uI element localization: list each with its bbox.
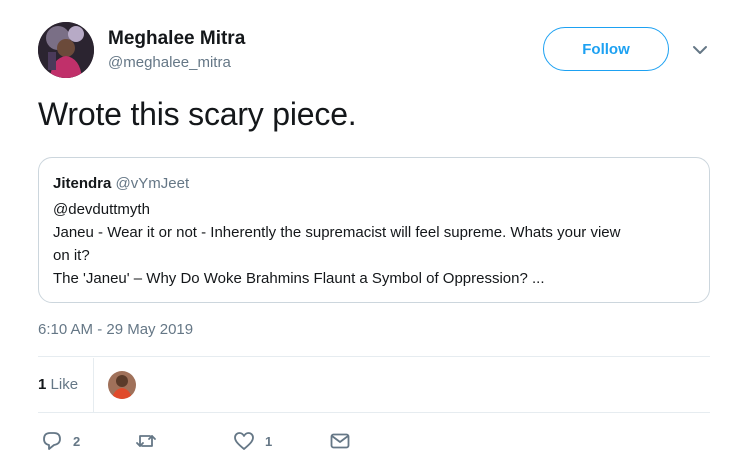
retweet-icon bbox=[135, 430, 157, 452]
chevron-down-icon[interactable] bbox=[688, 38, 712, 62]
tweet-text: Wrote this scary piece. bbox=[38, 96, 357, 132]
quoted-text-line: Janeu - Wear it or not - Inherently the … bbox=[53, 224, 621, 241]
quoted-tweet-body: @devduttmyth Janeu - Wear it or not - In… bbox=[53, 198, 695, 290]
author-avatar-image bbox=[38, 22, 94, 78]
quoted-text-line: on it? bbox=[53, 247, 90, 264]
author-name[interactable]: Meghalee Mitra bbox=[108, 28, 245, 50]
likes-summary[interactable]: 1 Like bbox=[38, 376, 78, 393]
divider bbox=[38, 412, 710, 413]
liker-avatar-image bbox=[108, 371, 136, 399]
direct-message-button[interactable] bbox=[329, 430, 351, 452]
quoted-link-line: The 'Janeu' – Why Do Woke Brahmins Flaun… bbox=[53, 270, 545, 287]
tweet-card: Meghalee Mitra @meghalee_mitra Follow Wr… bbox=[0, 0, 739, 476]
reply-button[interactable]: 2 bbox=[41, 430, 80, 452]
likes-count: 1 bbox=[38, 376, 47, 393]
quoted-mention: @devduttmyth bbox=[53, 201, 150, 218]
reply-icon bbox=[41, 430, 63, 452]
envelope-icon bbox=[329, 430, 351, 452]
quoted-tweet[interactable]: Jitendra @vYmJeet @devduttmyth Janeu - W… bbox=[38, 157, 710, 303]
likes-label: Like bbox=[50, 376, 79, 393]
quoted-tweet-header: Jitendra @vYmJeet bbox=[53, 174, 695, 194]
quoted-author-handle: @vYmJeet bbox=[115, 175, 190, 192]
reply-count: 2 bbox=[73, 433, 81, 449]
heart-icon bbox=[233, 430, 255, 452]
retweet-button[interactable] bbox=[135, 430, 157, 452]
author-handle[interactable]: @meghalee_mitra bbox=[108, 54, 231, 71]
follow-button[interactable]: Follow bbox=[543, 27, 669, 71]
like-button[interactable]: 1 bbox=[233, 430, 272, 452]
divider bbox=[93, 358, 94, 412]
like-count: 1 bbox=[265, 433, 273, 449]
author-avatar[interactable] bbox=[38, 22, 94, 78]
liker-avatar[interactable] bbox=[108, 371, 136, 399]
divider bbox=[38, 356, 710, 357]
quoted-author-name: Jitendra bbox=[53, 175, 112, 192]
tweet-timestamp[interactable]: 6:10 AM - 29 May 2019 bbox=[38, 321, 193, 338]
